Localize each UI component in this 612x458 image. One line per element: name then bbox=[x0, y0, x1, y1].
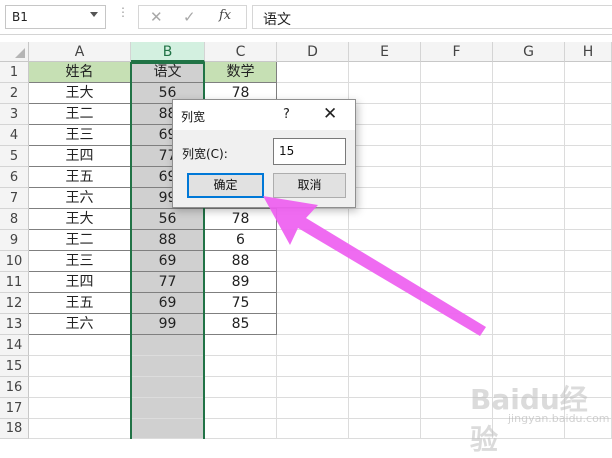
annotation-arrow bbox=[263, 196, 486, 336]
arrow-shape bbox=[263, 196, 486, 336]
watermark-url: jingyan.baidu.com bbox=[508, 412, 610, 425]
